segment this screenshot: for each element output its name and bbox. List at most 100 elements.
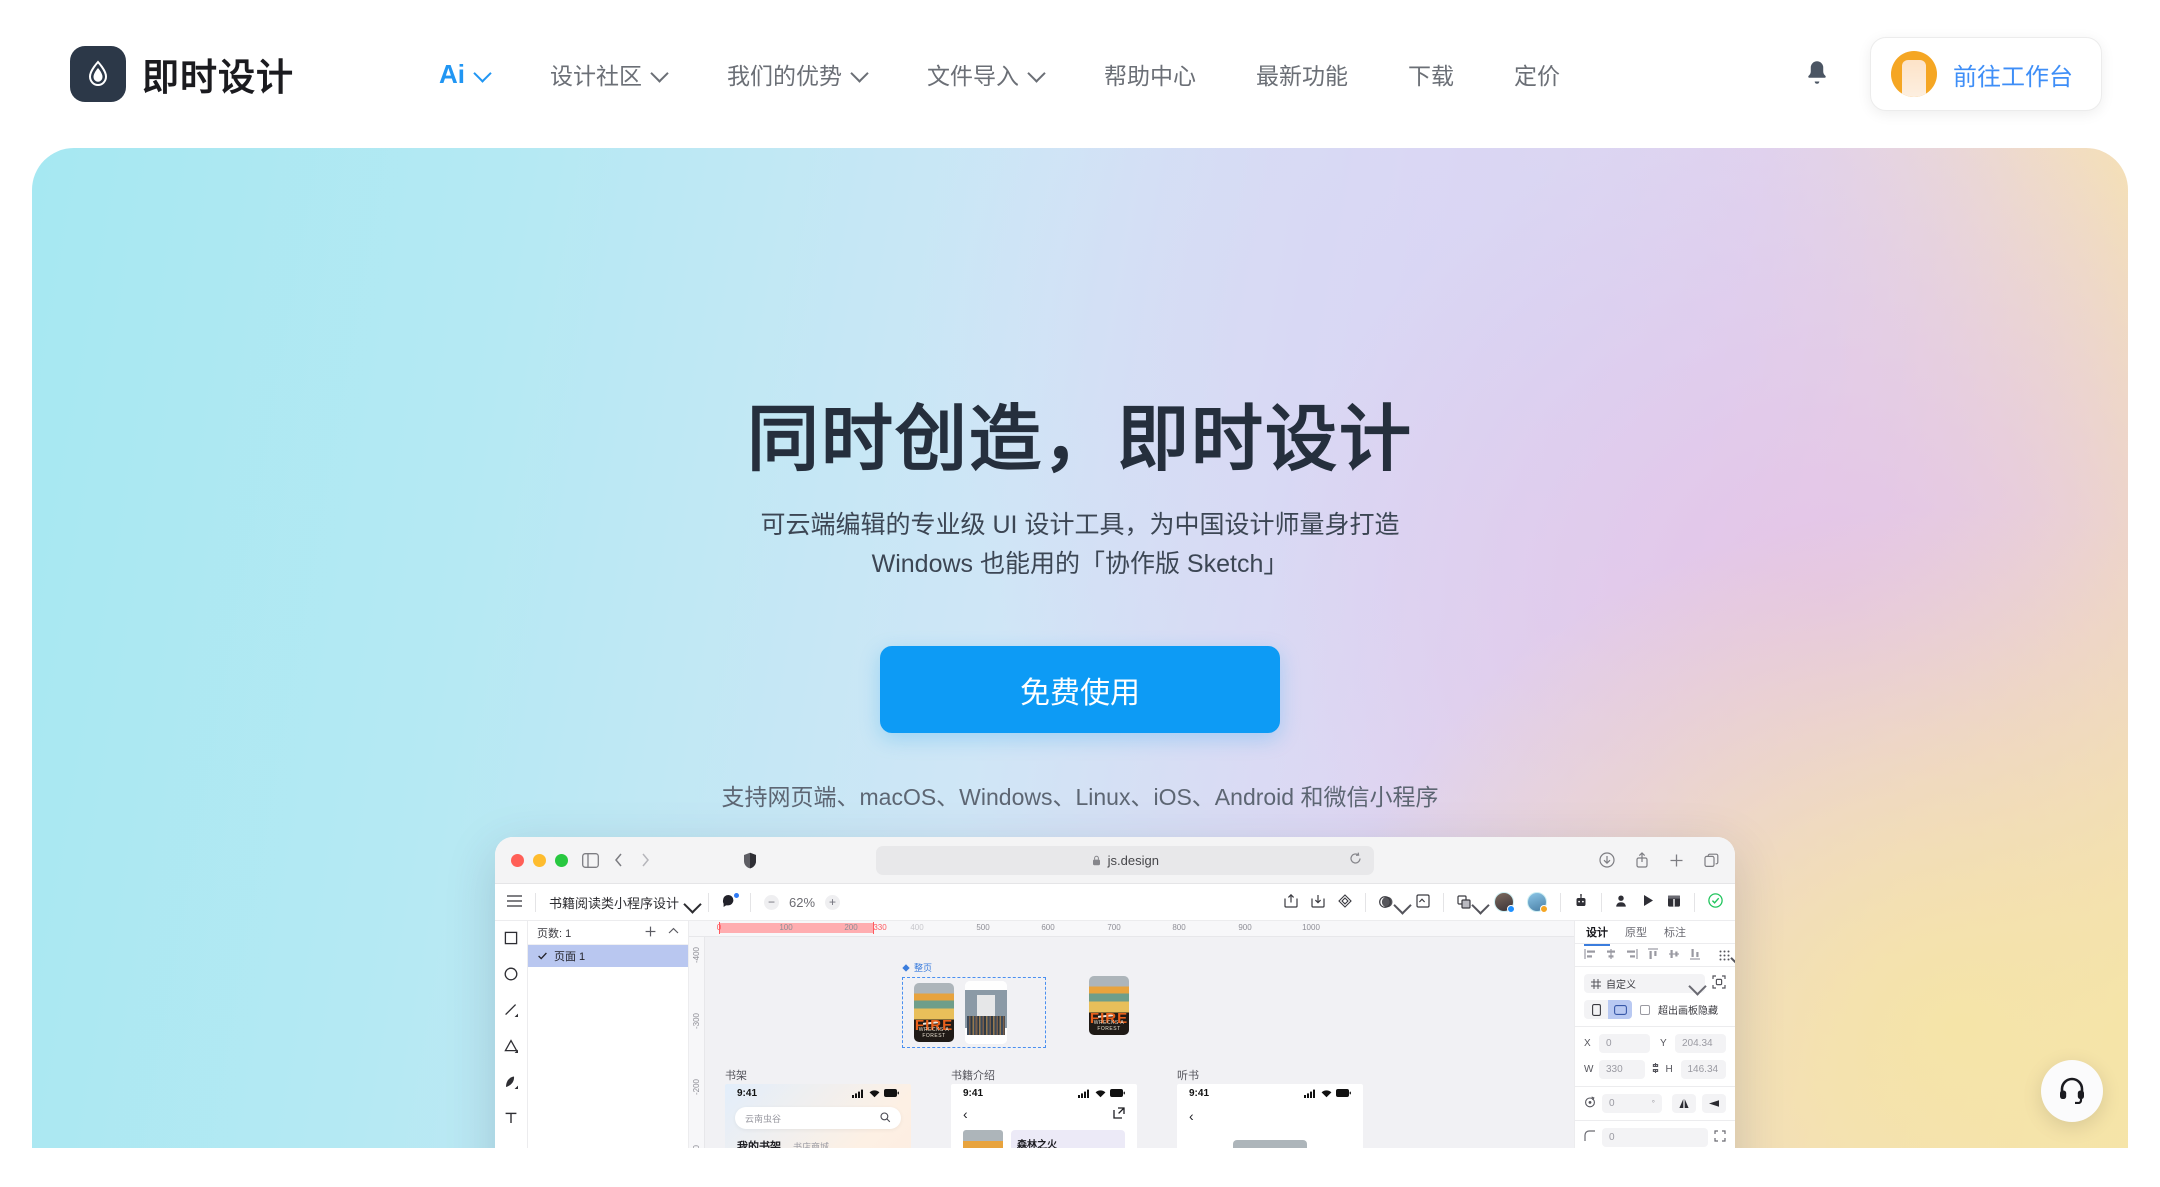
w-input[interactable]: 330 xyxy=(1599,1060,1645,1079)
artboard-thumbnail[interactable] xyxy=(965,981,1007,1044)
frame-audiobook[interactable]: 9:41 ‹ FIRE WRECKS A FOREST xyxy=(1177,1084,1363,1148)
export-icon[interactable] xyxy=(1284,893,1298,911)
maximize-window-icon[interactable] xyxy=(555,853,568,867)
back-button[interactable]: ‹ xyxy=(963,1102,968,1126)
artboard-thumbnail[interactable]: FIRE WRECKS A FOREST xyxy=(914,983,954,1042)
collaborator-avatar[interactable] xyxy=(1494,892,1515,913)
share-icon[interactable] xyxy=(1635,852,1649,868)
artboard-thumbnail[interactable]: FIRE WRECKS A FOREST xyxy=(1089,976,1129,1035)
nav-item-download[interactable]: 下载 xyxy=(1378,57,1484,91)
tab-design[interactable]: 设计 xyxy=(1584,924,1610,946)
support-button[interactable] xyxy=(2041,1060,2103,1122)
open-external-icon[interactable] xyxy=(1113,1106,1125,1122)
add-page-button[interactable] xyxy=(645,926,656,940)
bell-icon[interactable] xyxy=(1794,51,1840,97)
clip-content-checkbox[interactable] xyxy=(1640,1004,1650,1015)
sidebar-toggle-icon[interactable] xyxy=(582,852,599,868)
corner-radius-input[interactable]: 0 xyxy=(1602,1128,1708,1147)
align-top-icon[interactable] xyxy=(1647,947,1659,963)
frame-book-detail[interactable]: 9:41 ‹ 森林之火 xyxy=(951,1084,1137,1148)
nav-item-advantages[interactable]: 我们的优势 xyxy=(697,57,897,91)
align-left-icon[interactable] xyxy=(1584,948,1596,963)
tab-annotation[interactable]: 标注 xyxy=(1664,924,1686,940)
align-center-v-icon[interactable] xyxy=(1668,948,1680,963)
pen-tool[interactable] xyxy=(503,1074,519,1090)
align-right-icon[interactable] xyxy=(1626,948,1638,963)
nav-item-help[interactable]: 帮助中心 xyxy=(1074,57,1226,91)
link-ratio-icon[interactable] xyxy=(1651,1062,1660,1077)
nav-item-whatsnew[interactable]: 最新功能 xyxy=(1226,57,1378,91)
polygon-tool[interactable] xyxy=(503,1038,519,1054)
hamburger-icon[interactable] xyxy=(507,894,522,910)
selected-group[interactable]: 整页 FIRE WRECKS A FOREST xyxy=(902,961,1046,1048)
nav-item-import[interactable]: 文件导入 xyxy=(897,57,1074,91)
nav-item-ai[interactable]: Ai xyxy=(409,59,520,90)
align-bottom-icon[interactable] xyxy=(1689,948,1701,963)
portrait-icon[interactable] xyxy=(1584,1000,1608,1019)
flip-horizontal-icon[interactable] xyxy=(1672,1094,1696,1113)
forward-arrow-icon[interactable] xyxy=(639,852,651,868)
shield-icon[interactable] xyxy=(743,852,757,869)
download-icon[interactable] xyxy=(1599,852,1615,868)
collaborator-avatar[interactable] xyxy=(1527,892,1548,913)
check-circle-icon[interactable] xyxy=(1708,893,1723,911)
y-input[interactable]: 204.34 xyxy=(1675,1034,1726,1053)
design-canvas[interactable]: 0 100 200 330 400 500 600 700 800 900 10… xyxy=(689,921,1574,1148)
search-input[interactable]: 云南虫谷 xyxy=(735,1107,901,1129)
x-input[interactable]: 0 xyxy=(1599,1034,1650,1053)
flip-vertical-icon[interactable] xyxy=(1702,1094,1726,1113)
zoom-out-button[interactable]: − xyxy=(764,894,780,910)
layout-grid-icon[interactable] xyxy=(1667,894,1681,911)
h-input[interactable]: 146.34 xyxy=(1680,1060,1726,1079)
component-icon[interactable] xyxy=(1338,893,1352,911)
scale-icon[interactable] xyxy=(1712,975,1726,992)
tab-overview-icon[interactable] xyxy=(1704,853,1719,868)
invite-user-icon[interactable] xyxy=(1615,894,1629,911)
nav-item-community[interactable]: 设计社区 xyxy=(520,57,697,91)
zoom-in-button[interactable]: + xyxy=(825,894,841,910)
size-preset-select[interactable]: 自定义 xyxy=(1584,974,1705,993)
rotation-input[interactable]: 0 ° xyxy=(1602,1094,1662,1113)
align-center-h-icon[interactable] xyxy=(1605,948,1617,963)
boolean-icon[interactable] xyxy=(1457,895,1481,909)
frame-icon[interactable] xyxy=(1416,893,1430,911)
window-controls[interactable] xyxy=(511,853,568,867)
nav-item-pricing[interactable]: 定价 xyxy=(1484,57,1590,91)
collapse-pages-button[interactable] xyxy=(668,926,679,940)
album-art[interactable]: FIRE WRECKS A FOREST xyxy=(1233,1140,1307,1148)
play-icon[interactable] xyxy=(1642,894,1654,910)
text-tool[interactable] xyxy=(503,1110,519,1126)
back-arrow-icon[interactable] xyxy=(613,852,625,868)
search-icon[interactable] xyxy=(880,1111,891,1125)
shelf-tabs[interactable]: 我的书架 书店商城 xyxy=(725,1134,911,1148)
close-window-icon[interactable] xyxy=(511,853,524,867)
ellipse-tool[interactable] xyxy=(503,966,519,982)
tab-bookstore[interactable]: 书店商城 xyxy=(793,1140,829,1148)
independent-corners-icon[interactable] xyxy=(1714,1130,1726,1145)
landscape-icon[interactable] xyxy=(1608,1000,1632,1019)
tab-my-shelf[interactable]: 我的书架 xyxy=(737,1138,781,1148)
document-name[interactable]: 书籍阅读类小程序设计 xyxy=(549,893,695,912)
import-icon[interactable] xyxy=(1311,894,1325,911)
ai-robot-icon[interactable] xyxy=(1574,893,1588,911)
go-to-workbench-button[interactable]: 前往工作台 xyxy=(1870,37,2102,111)
free-trial-button[interactable]: 免费使用 xyxy=(880,646,1280,733)
rectangle-tool[interactable] xyxy=(503,930,519,946)
brand-logo[interactable]: 即时设计 xyxy=(70,46,294,102)
distribute-icon[interactable] xyxy=(1719,950,1735,961)
book-cover-large[interactable]: FIRE WRECKS A FOREST xyxy=(963,1130,1003,1148)
image-tool[interactable] xyxy=(503,1146,519,1148)
frame-bookshelf[interactable]: 9:41 云南虫谷 我的书架 书店商城 xyxy=(725,1084,911,1148)
page-item-1[interactable]: 页面 1 xyxy=(528,945,688,967)
orientation-toggle[interactable] xyxy=(1584,1000,1632,1019)
line-tool[interactable] xyxy=(503,1002,519,1018)
comment-bubble-icon[interactable] xyxy=(722,892,740,911)
plus-icon[interactable] xyxy=(1669,853,1684,868)
mask-icon[interactable] xyxy=(1379,895,1403,909)
back-button[interactable]: ‹ xyxy=(1177,1102,1363,1130)
ruler-tick: 600 xyxy=(1041,923,1055,932)
tab-prototype[interactable]: 原型 xyxy=(1625,924,1647,940)
url-bar[interactable]: js.design xyxy=(876,845,1375,875)
minimize-window-icon[interactable] xyxy=(533,853,546,867)
reload-icon[interactable] xyxy=(1349,852,1362,868)
